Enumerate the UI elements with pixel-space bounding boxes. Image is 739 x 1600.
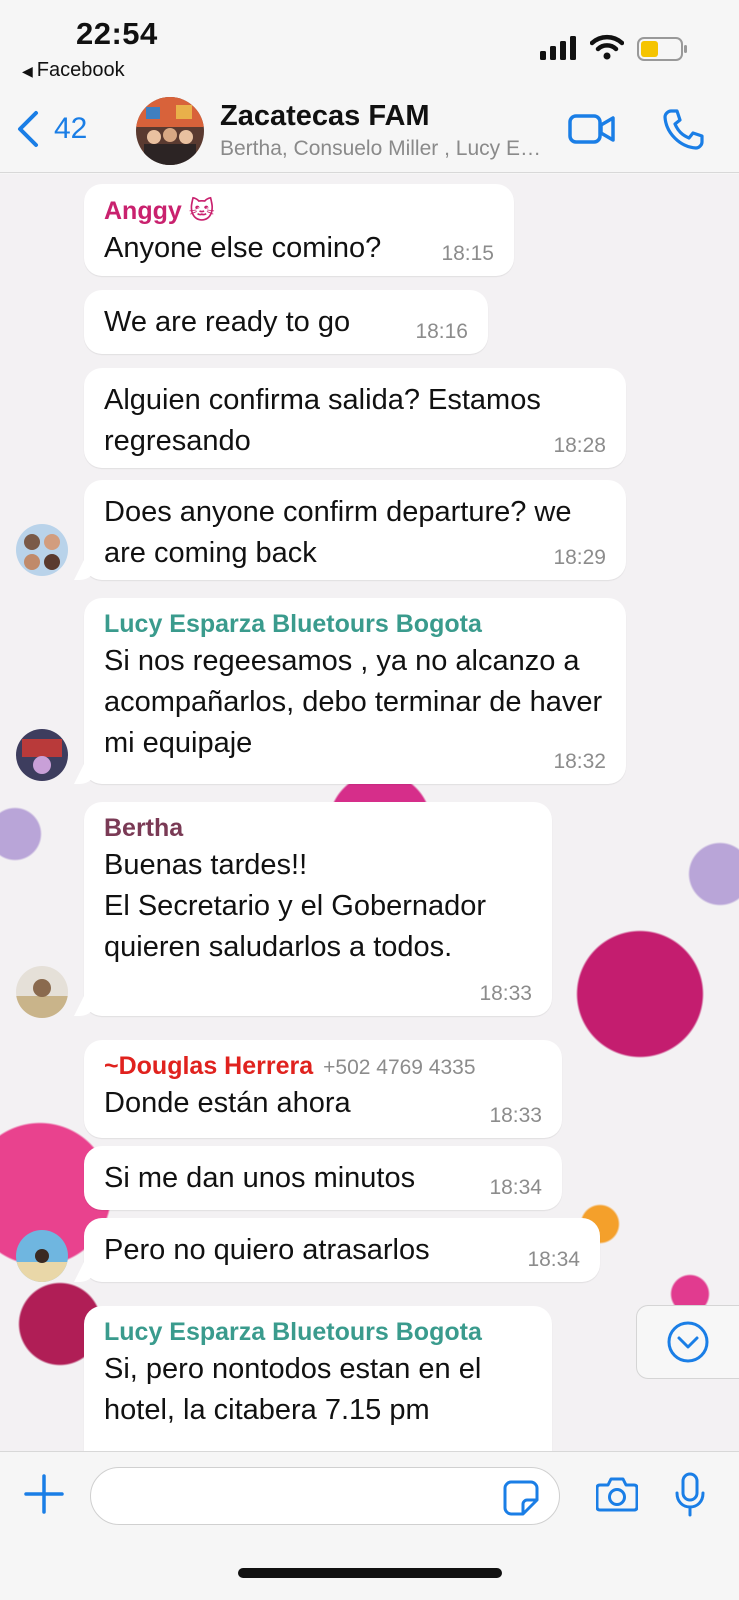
- sender-name[interactable]: Anggy 🐱: [104, 196, 494, 226]
- message-list[interactable]: Anggy 🐱 Anyone else comino? 18:15 We are…: [0, 174, 739, 1451]
- back-triangle-icon: ◀: [22, 63, 33, 79]
- cellular-signal-icon: [540, 36, 576, 60]
- wifi-icon: [590, 34, 624, 60]
- chat-header: 42 Zacatecas FAM Bertha, Consuelo Miller…: [0, 92, 739, 173]
- message-text: We are ready to go: [104, 306, 351, 338]
- sender-name[interactable]: Lucy Esparza Bluetours Bogota: [104, 1318, 532, 1347]
- sender-avatar[interactable]: [16, 1230, 68, 1282]
- group-avatar[interactable]: [136, 97, 204, 165]
- message-bubble[interactable]: ~Douglas Herrera +502 4769 4335 Donde est…: [84, 1040, 562, 1138]
- unread-count: 42: [54, 112, 88, 145]
- message-bubble[interactable]: We are ready to go 18:16: [84, 290, 488, 354]
- sender-avatar[interactable]: [16, 729, 68, 781]
- sender-name[interactable]: Bertha: [104, 814, 532, 843]
- message-time: 18:32: [553, 750, 606, 773]
- message-text: Buenas tardes!! El Secretario y el Gober…: [104, 849, 487, 963]
- message-text: Pero no quiero atrasarlos: [104, 1234, 430, 1266]
- chevron-left-icon: [18, 111, 38, 147]
- message-bubble[interactable]: Bertha Buenas tardes!! El Secretario y e…: [84, 802, 552, 1016]
- camera-icon[interactable]: [596, 1476, 638, 1512]
- message-text: Donde están ahora: [104, 1087, 351, 1119]
- plus-icon[interactable]: [24, 1474, 64, 1514]
- message-time: 18:15: [441, 242, 494, 265]
- sender-avatar[interactable]: [16, 524, 68, 576]
- message-input[interactable]: [90, 1467, 560, 1525]
- sticker-icon[interactable]: [503, 1480, 539, 1516]
- sender-phone[interactable]: +502 4769 4335: [323, 1056, 475, 1079]
- sender-name[interactable]: Lucy Esparza Bluetours Bogota: [104, 610, 606, 639]
- home-indicator[interactable]: [238, 1568, 502, 1578]
- message-time: 18:33: [489, 1104, 542, 1127]
- status-bar: 22:54 ◀ Facebook: [0, 0, 739, 92]
- message-text: Si nos regeesamos , ya no alcanzo a acom…: [104, 645, 603, 759]
- message-time: 18:34: [527, 1248, 580, 1271]
- message-time: 18:33: [479, 982, 532, 1005]
- message-bubble[interactable]: Lucy Esparza Bluetours Bogota Si, pero n…: [84, 1306, 552, 1451]
- clock: 22:54: [76, 16, 158, 51]
- message-text: Does anyone confirm departure? we are co…: [104, 496, 572, 569]
- message-time: 18:29: [553, 546, 606, 569]
- message-bubble[interactable]: Anggy 🐱 Anyone else comino? 18:15: [84, 184, 514, 276]
- chevron-down-circle-icon: [667, 1321, 709, 1363]
- phone-call-icon[interactable]: [662, 108, 704, 150]
- message-bubble[interactable]: Pero no quiero atrasarlos 18:34: [84, 1218, 600, 1282]
- sender-avatar[interactable]: [16, 966, 68, 1018]
- video-call-icon[interactable]: [568, 112, 616, 146]
- sender-name-row: ~Douglas Herrera +502 4769 4335: [104, 1052, 542, 1081]
- message-bubble[interactable]: Si me dan unos minutos 18:34: [84, 1146, 562, 1210]
- message-text: Si me dan unos minutos: [104, 1162, 416, 1194]
- message-text: Alguien confirma salida? Estamos regresa…: [104, 384, 541, 457]
- scroll-to-bottom-button[interactable]: [636, 1305, 739, 1379]
- message-bubble[interactable]: Does anyone confirm departure? we are co…: [84, 480, 626, 580]
- back-button[interactable]: 42: [16, 110, 87, 148]
- chat-members[interactable]: Bertha, Consuelo Miller , Lucy Esparza B…: [220, 137, 550, 161]
- microphone-icon[interactable]: [674, 1472, 706, 1518]
- battery-icon: [637, 37, 687, 61]
- message-time: 18:28: [553, 434, 606, 457]
- sender-name[interactable]: ~Douglas Herrera: [104, 1052, 313, 1080]
- message-time: 18:34: [489, 1176, 542, 1199]
- message-bubble[interactable]: Lucy Esparza Bluetours Bogota Si nos reg…: [84, 598, 626, 784]
- back-app-label: Facebook: [36, 59, 125, 81]
- message-text: Si, pero nontodos estan en el hotel, la …: [104, 1353, 482, 1426]
- back-to-app-link[interactable]: ◀ Facebook: [22, 59, 125, 82]
- chat-title[interactable]: Zacatecas FAM: [220, 100, 430, 133]
- message-text: Anyone else comino?: [104, 232, 382, 264]
- composer-bar: [0, 1451, 739, 1600]
- message-time: 18:16: [415, 320, 468, 343]
- message-bubble[interactable]: Alguien confirma salida? Estamos regresa…: [84, 368, 626, 468]
